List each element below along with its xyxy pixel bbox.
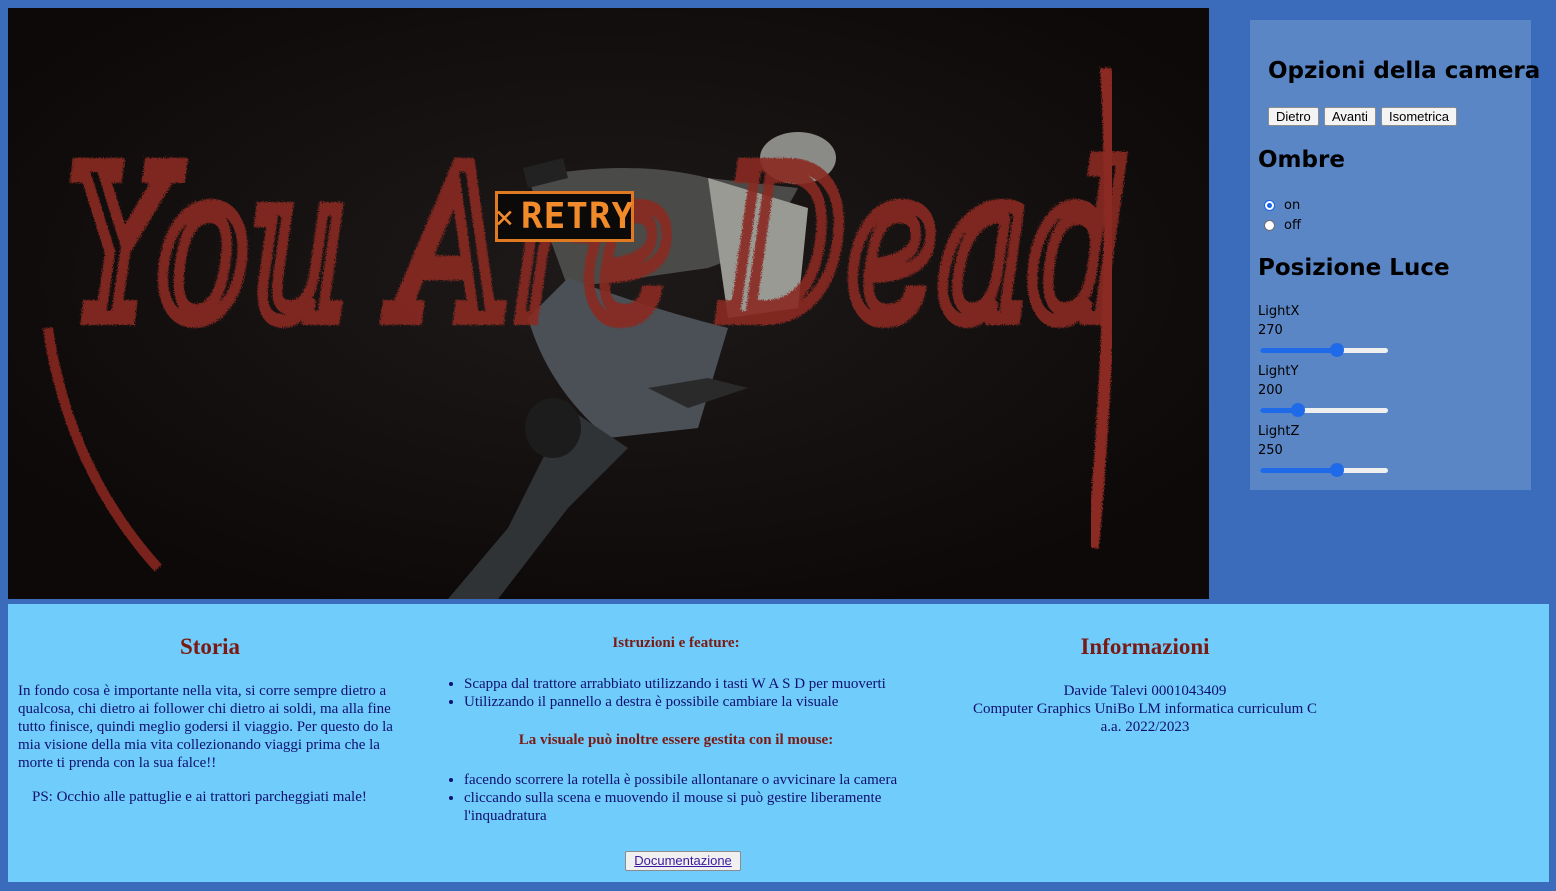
documentation-button[interactable]: Documentazione xyxy=(625,851,741,871)
camera-isometric-button[interactable]: Isometrica xyxy=(1381,107,1457,126)
game-over-artwork: You Are Dead xyxy=(8,8,1209,599)
info-footer: Storia In fondo cosa è importante nella … xyxy=(8,604,1549,882)
light-z-label: LightZ xyxy=(1258,424,1300,439)
camera-back-button[interactable]: Dietro xyxy=(1268,107,1319,126)
list-item: Utilizzando il pannello a destra è possi… xyxy=(464,693,944,711)
info-author: Davide Talevi 0001043409 xyxy=(1063,683,1227,699)
shadow-off-radio[interactable] xyxy=(1264,220,1275,231)
light-y-label: LightY xyxy=(1258,364,1299,379)
shadows-title: Ombre xyxy=(1258,147,1345,173)
list-item: facendo scorrere la rotella è possibile … xyxy=(464,771,944,789)
shadow-off-label: off xyxy=(1284,218,1301,233)
info-title: Informazioni xyxy=(1080,634,1210,659)
shadow-on-label: on xyxy=(1284,198,1301,213)
light-x-slider[interactable] xyxy=(1260,343,1388,357)
instructions-list: Scappa dal trattore arrabbiato utilizzan… xyxy=(444,675,944,711)
light-y-value: 200 xyxy=(1258,383,1283,398)
slider-thumb[interactable] xyxy=(1291,403,1306,417)
options-panel: Opzioni della camera Dietro Avanti Isome… xyxy=(1250,20,1540,490)
shadow-off-option[interactable]: off xyxy=(1264,218,1301,233)
mouse-list: facendo scorrere la rotella è possibile … xyxy=(444,771,944,825)
retry-label: RETRY xyxy=(520,196,635,237)
camera-front-button[interactable]: Avanti xyxy=(1324,107,1376,126)
game-canvas[interactable]: You Are Dead × RETRY xyxy=(8,8,1209,599)
light-z-slider[interactable] xyxy=(1260,463,1388,477)
list-item: cliccando sulla scena e muovendo il mous… xyxy=(464,789,944,825)
list-item: Scappa dal trattore arrabbiato utilizzan… xyxy=(464,675,944,693)
camera-options-title: Opzioni della camera xyxy=(1268,58,1541,84)
you-are-dead-text: You Are Dead xyxy=(68,123,1128,368)
story-text: In fondo cosa è importante nella vita, s… xyxy=(18,683,393,771)
shadow-on-option[interactable]: on xyxy=(1264,198,1300,213)
light-z-value: 250 xyxy=(1258,443,1283,458)
slider-thumb[interactable] xyxy=(1329,343,1344,357)
light-x-value: 270 xyxy=(1258,323,1283,338)
story-ps: PS: Occhio alle pattuglie e ai trattori … xyxy=(32,789,367,805)
light-position-title: Posizione Luce xyxy=(1258,255,1450,281)
retry-button[interactable]: × RETRY xyxy=(495,191,634,242)
info-year: a.a. 2022/2023 xyxy=(1100,719,1190,735)
instructions-title: Istruzioni e feature: xyxy=(612,635,740,651)
slider-thumb[interactable] xyxy=(1329,463,1344,477)
light-x-label: LightX xyxy=(1258,304,1300,319)
info-course: Computer Graphics UniBo LM informatica c… xyxy=(972,701,1318,717)
mouse-title: La visuale può inoltre essere gestita co… xyxy=(518,732,834,748)
story-title: Storia xyxy=(179,634,241,659)
light-y-slider[interactable] xyxy=(1260,403,1388,417)
shadow-on-radio[interactable] xyxy=(1264,200,1275,211)
close-x-icon: × xyxy=(494,197,515,236)
